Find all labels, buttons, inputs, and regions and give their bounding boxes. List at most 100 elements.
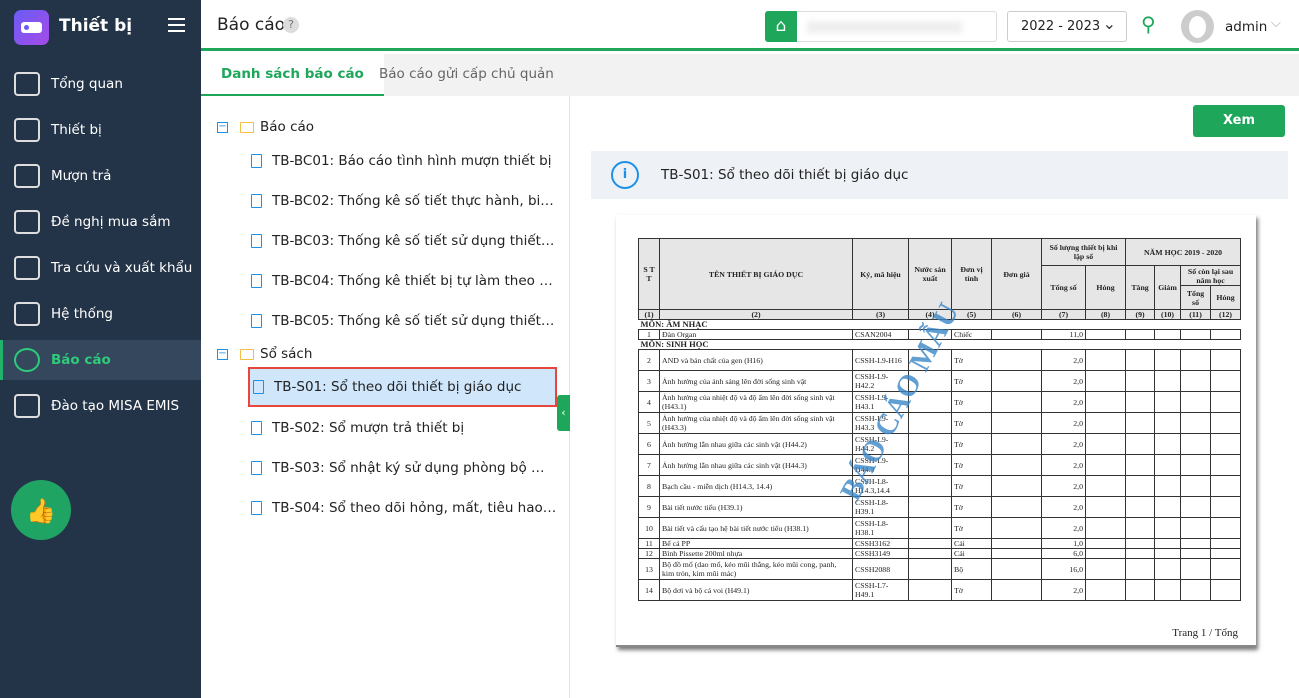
empty-cell xyxy=(1210,538,1242,549)
col-remain-broken: Hỏng xyxy=(1210,285,1242,310)
column-number: (6) xyxy=(991,309,1042,320)
school-selector[interactable] xyxy=(797,11,997,42)
cell: Ảnh hưởng lẫn nhau giữa các sinh vật (H4… xyxy=(659,433,853,455)
nav-tong-quan[interactable]: Tổng quan xyxy=(0,64,201,104)
tree-item-selected[interactable]: TB-S01: Sổ theo dõi thiết bị giáo dục xyxy=(248,367,557,407)
nav-tra-cuu[interactable]: Tra cứu và xuất khẩu xyxy=(0,248,201,288)
report-tree: − Báo cáo TB-BC01: Báo cáo tình hình mượn… xyxy=(201,96,570,698)
cell: Tờ xyxy=(951,579,992,601)
empty-cell xyxy=(991,329,1042,340)
empty-cell xyxy=(1084,548,1127,559)
nav-thiet-bi[interactable]: Thiết bị xyxy=(0,110,201,150)
folder-icon xyxy=(240,121,254,133)
cell: Tờ xyxy=(951,412,992,434)
nav-muon-tra[interactable]: Mượn trả xyxy=(0,156,201,196)
tree-item[interactable]: TB-BC03: Thống kê số tiết sử dụng thiết … xyxy=(248,221,557,261)
document-icon xyxy=(251,461,262,475)
tree-item[interactable]: TB-S03: Sổ nhật ký sử dụng phòng bộ môn xyxy=(248,448,557,488)
collapse-icon[interactable]: − xyxy=(217,121,228,133)
menu-toggle-icon[interactable] xyxy=(168,18,185,32)
col-inc: Tăng xyxy=(1125,265,1156,310)
cell: 2,0 xyxy=(1041,370,1086,392)
cell: 2,0 xyxy=(1041,475,1086,497)
empty-cell xyxy=(1180,391,1212,413)
home-icon[interactable]: ⌂ xyxy=(765,11,797,42)
folder-icon xyxy=(240,348,254,360)
cell: Ảnh hưởng lẫn nhau giữa các sinh vật (H4… xyxy=(659,454,853,476)
empty-cell xyxy=(1154,454,1182,476)
empty-cell xyxy=(1125,579,1156,601)
cell: 2,0 xyxy=(1041,579,1086,601)
cell: Ảnh hưởng của nhiệt độ và độ ẩm lên đời … xyxy=(659,412,853,434)
tree-group-so-sach[interactable]: − Sổ sách xyxy=(217,346,312,362)
view-button[interactable]: Xem xyxy=(1193,105,1285,137)
page-footer: Trang 1 / Tổng xyxy=(1170,627,1240,640)
empty-cell xyxy=(1154,548,1182,559)
empty-cell xyxy=(1154,558,1182,580)
empty-cell xyxy=(1154,538,1182,549)
tree-item[interactable]: TB-BC01: Báo cáo tình hình mượn thiết bị xyxy=(248,141,557,181)
nav-de-nghi-mua-sam[interactable]: Đề nghị mua sắm xyxy=(0,202,201,242)
document-icon xyxy=(251,194,262,208)
tab-danh-sach-bao-cao[interactable]: Danh sách báo cáo xyxy=(201,54,384,96)
empty-cell xyxy=(1210,370,1242,392)
help-icon[interactable]: ? xyxy=(283,17,299,33)
cell: 2,0 xyxy=(1041,517,1086,539)
collapse-panel-button[interactable]: ‹ xyxy=(557,395,570,431)
cell: Cái xyxy=(951,538,992,549)
empty-cell xyxy=(1125,349,1156,371)
tree-item[interactable]: TB-S02: Sổ mượn trả thiết bị xyxy=(248,408,557,448)
tree-group-bao-cao[interactable]: − Báo cáo xyxy=(217,119,314,135)
user-name[interactable]: admin xyxy=(1225,19,1267,35)
tree-item[interactable]: TB-BC02: Thống kê số tiết thực hành, biể… xyxy=(248,181,557,221)
empty-cell xyxy=(991,349,1042,371)
collapse-icon[interactable]: − xyxy=(217,348,228,360)
feedback-thumbs-up-icon[interactable]: 👍 xyxy=(11,480,71,540)
document-icon xyxy=(251,501,262,515)
cell: 2,0 xyxy=(1041,433,1086,455)
column-number: (2) xyxy=(659,309,853,320)
empty-cell xyxy=(1154,370,1182,392)
empty-cell xyxy=(1125,538,1156,549)
empty-cell xyxy=(1180,433,1212,455)
tree-item[interactable]: TB-BC05: Thống kê số tiết sử dụng thiết … xyxy=(248,301,557,341)
empty-cell xyxy=(908,496,952,518)
analytics-search-icon[interactable]: ⚲ xyxy=(1141,12,1156,36)
item-label: TB-BC04: Thống kê thiết bị tự làm theo g… xyxy=(272,273,557,289)
nav-he-thong[interactable]: Hệ thống xyxy=(0,294,201,334)
column-number: (7) xyxy=(1041,309,1086,320)
report-table: S T T TÊN THIẾT BỊ GIÁO DỤC Ký, mã hiệu … xyxy=(638,238,1242,601)
chevron-down-icon[interactable]: ⌵ xyxy=(1271,16,1281,31)
nav-bao-cao[interactable]: Báo cáo xyxy=(0,340,201,380)
empty-cell xyxy=(1084,329,1127,340)
tab-bar: Danh sách báo cáo Báo cáo gửi cấp chủ qu… xyxy=(201,54,1299,96)
cell: 2,0 xyxy=(1041,412,1086,434)
document-icon xyxy=(253,380,264,394)
empty-cell xyxy=(1084,412,1127,434)
empty-cell xyxy=(1180,517,1212,539)
empty-cell xyxy=(908,517,952,539)
empty-cell xyxy=(1154,475,1182,497)
selected-report-banner: i TB-S01: Sổ theo dõi thiết bị giáo dục xyxy=(591,151,1288,199)
cell: 11 xyxy=(638,538,660,549)
col-origin: Nước sản xuất xyxy=(908,238,952,310)
cell: Bài tiết nước tiểu (H39.1) xyxy=(659,496,853,518)
cell: 2 xyxy=(638,349,660,371)
document-icon xyxy=(251,154,262,168)
cell: 14 xyxy=(638,579,660,601)
school-year-select[interactable]: 2022 - 2023 xyxy=(1007,11,1127,42)
tree-item[interactable]: TB-BC04: Thống kê thiết bị tự làm theo g… xyxy=(248,261,557,301)
empty-cell xyxy=(1154,329,1182,340)
tree-item[interactable]: TB-S04: Sổ theo dõi hỏng, mất, tiêu hao … xyxy=(248,488,557,528)
empty-cell xyxy=(991,558,1042,580)
avatar[interactable] xyxy=(1181,10,1214,43)
cell: Bình Pissette 200ml nhựa xyxy=(659,548,853,559)
app-title: Thiết bị xyxy=(59,16,133,36)
empty-cell xyxy=(1210,558,1242,580)
empty-cell xyxy=(991,454,1042,476)
tab-bao-cao-gui-cap-chu-quan[interactable]: Báo cáo gửi cấp chủ quản xyxy=(359,54,574,96)
col-price: Đơn giá xyxy=(991,238,1042,310)
cell: 1,0 xyxy=(1041,538,1086,549)
nav-dao-tao[interactable]: Đào tạo MISA EMIS xyxy=(0,386,201,426)
cell: Bộ xyxy=(951,558,992,580)
